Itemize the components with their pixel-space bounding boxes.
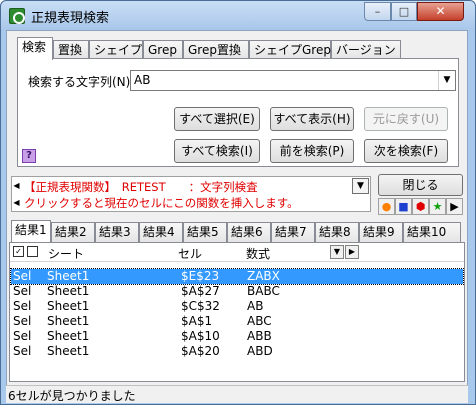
column-header-formula[interactable]: 数式 — [246, 245, 270, 262]
formula-cell: ABD — [247, 344, 273, 358]
formula-cell: ABC — [247, 314, 272, 328]
close-button[interactable]: 閉じる — [378, 174, 463, 196]
result-tab-1[interactable]: 結果1 — [11, 220, 51, 242]
minimize-button[interactable]: – — [364, 2, 391, 21]
search-input[interactable]: AB ▼ — [130, 70, 456, 91]
app-icon — [9, 8, 25, 24]
select-all-checkbox[interactable]: ✓ — [13, 246, 24, 257]
table-row[interactable]: Sel Sheet1 $E$23 ZABX — [10, 268, 464, 285]
search-all-button[interactable]: すべて検索(I) — [174, 139, 260, 163]
table-row[interactable]: Sel Sheet1 $A$20 ABD — [11, 344, 463, 359]
search-prev-button[interactable]: 前を検索(P) — [270, 139, 354, 163]
chevron-down-icon[interactable]: ▼ — [438, 71, 455, 90]
status-bar: 6セルが見つかりました — [6, 385, 468, 403]
search-value: AB — [134, 73, 151, 87]
sheet-cell: Sheet1 — [47, 284, 90, 298]
filter-icon[interactable]: ▼ — [330, 245, 344, 259]
red-hexagon-icon[interactable]: ⬢ — [412, 198, 429, 215]
close-window-button[interactable]: ✕ — [417, 2, 464, 21]
table-row[interactable]: Sel Sheet1 $C$32 AB — [11, 299, 463, 314]
search-label: 検索する文字列(N) — [28, 75, 131, 89]
sel-link[interactable]: Sel — [13, 314, 31, 329]
result-tab-6[interactable]: 結果6 — [227, 222, 271, 242]
result-tab-3[interactable]: 結果3 — [95, 222, 139, 242]
sheet-cell: Sheet1 — [47, 269, 90, 283]
dialog-client-area: 検索 置換 シェイプ Grep Grep置換 シェイプGrep バージョン 検索… — [6, 30, 468, 399]
function-hint-title: 【正規表現関数】 RETEST ：文字列検査 — [24, 180, 258, 194]
result-tab-8[interactable]: 結果8 — [315, 222, 359, 242]
result-tab-5[interactable]: 結果5 — [183, 222, 227, 242]
hint-scroll-arrows[interactable]: ◀ ◀ — [12, 177, 21, 211]
play-icon[interactable]: ▶ — [446, 198, 463, 215]
undo-button[interactable]: 元に戻す(U) — [364, 107, 448, 131]
function-hint-description: クリックすると現在のセルにこの関数を挿入します。 — [24, 196, 299, 210]
results-header-row: ✓ シート セル 数式 ▼ ▶ — [10, 243, 464, 262]
sel-link[interactable]: Sel — [13, 329, 31, 344]
sheet-cell: Sheet1 — [47, 314, 90, 328]
sheet-cell: Sheet1 — [47, 329, 90, 343]
window-title: 正規表現検索 — [31, 11, 110, 26]
function-hint-panel[interactable]: ◀ ◀ 【正規表現関数】 RETEST ：文字列検査 クリックすると現在のセルにこ… — [11, 176, 371, 212]
deselect-all-checkbox[interactable] — [27, 246, 38, 257]
formula-cell: ABB — [247, 329, 272, 343]
status-text: 6セルが見つかりました — [8, 389, 136, 403]
cell-address: $E$23 — [181, 269, 220, 283]
column-expand-icon[interactable]: ▶ — [345, 245, 359, 259]
title-bar[interactable]: 正規表現検索 – □ ✕ — [1, 1, 475, 31]
result-tab-9[interactable]: 結果9 — [359, 222, 403, 242]
cell-address: $A$20 — [181, 344, 220, 358]
function-spin-down-icon[interactable]: ▼ — [352, 178, 369, 194]
column-header-sheet[interactable]: シート — [48, 245, 84, 262]
tab-replace[interactable]: 置換 — [53, 40, 89, 59]
table-row[interactable]: Sel Sheet1 $A$27 BABC — [11, 284, 463, 299]
shape-toolbar: ● ■ ⬢ ★ ▶ — [378, 198, 463, 216]
sel-link[interactable]: Sel — [13, 284, 31, 299]
tab-shape[interactable]: シェイプ — [89, 40, 143, 59]
tab-version[interactable]: バージョン — [331, 40, 401, 59]
green-star-icon[interactable]: ★ — [429, 198, 446, 215]
sel-link[interactable]: Sel — [13, 344, 31, 359]
orange-circle-icon[interactable]: ● — [378, 198, 395, 215]
cell-address: $C$32 — [181, 299, 220, 313]
table-row[interactable]: Sel Sheet1 $A$10 ABB — [11, 329, 463, 344]
cell-address: $A$27 — [181, 284, 220, 298]
maximize-button[interactable]: □ — [391, 2, 417, 21]
table-row[interactable]: Sel Sheet1 $A$1 ABC — [11, 314, 463, 329]
cell-address: $A$1 — [181, 314, 213, 328]
sel-link[interactable]: Sel — [13, 269, 31, 284]
formula-cell: BABC — [247, 284, 280, 298]
tab-grep-replace[interactable]: Grep置換 — [183, 40, 249, 59]
sheet-cell: Sheet1 — [47, 299, 90, 313]
formula-cell: AB — [247, 299, 264, 313]
tab-grep[interactable]: Grep — [143, 40, 183, 59]
select-all-button[interactable]: すべて選択(E) — [174, 107, 260, 131]
results-table: ✓ シート セル 数式 ▼ ▶ Sel Sheet1 $E$23 ZABX Se… — [9, 242, 465, 382]
cell-address: $A$10 — [181, 329, 220, 343]
sel-link[interactable]: Sel — [13, 299, 31, 314]
sheet-cell: Sheet1 — [47, 344, 90, 358]
search-next-button[interactable]: 次を検索(F) — [364, 139, 448, 163]
show-all-button[interactable]: すべて表示(H) — [270, 107, 354, 131]
column-header-cell[interactable]: セル — [178, 245, 202, 262]
result-tab-4[interactable]: 結果4 — [139, 222, 183, 242]
result-tab-2[interactable]: 結果2 — [51, 222, 95, 242]
tab-search[interactable]: 検索 — [17, 37, 53, 60]
result-tab-10[interactable]: 結果10 — [403, 222, 461, 242]
tab-shape-grep[interactable]: シェイプGrep — [249, 40, 331, 59]
help-icon[interactable]: ? — [22, 149, 36, 163]
blue-square-icon[interactable]: ■ — [395, 198, 412, 215]
formula-cell: ZABX — [247, 269, 280, 283]
search-tab-panel: 検索する文字列(N) AB ▼ すべて選択(E) すべて表示(H) 元に戻す(U… — [17, 58, 459, 167]
result-tab-7[interactable]: 結果7 — [271, 222, 315, 242]
